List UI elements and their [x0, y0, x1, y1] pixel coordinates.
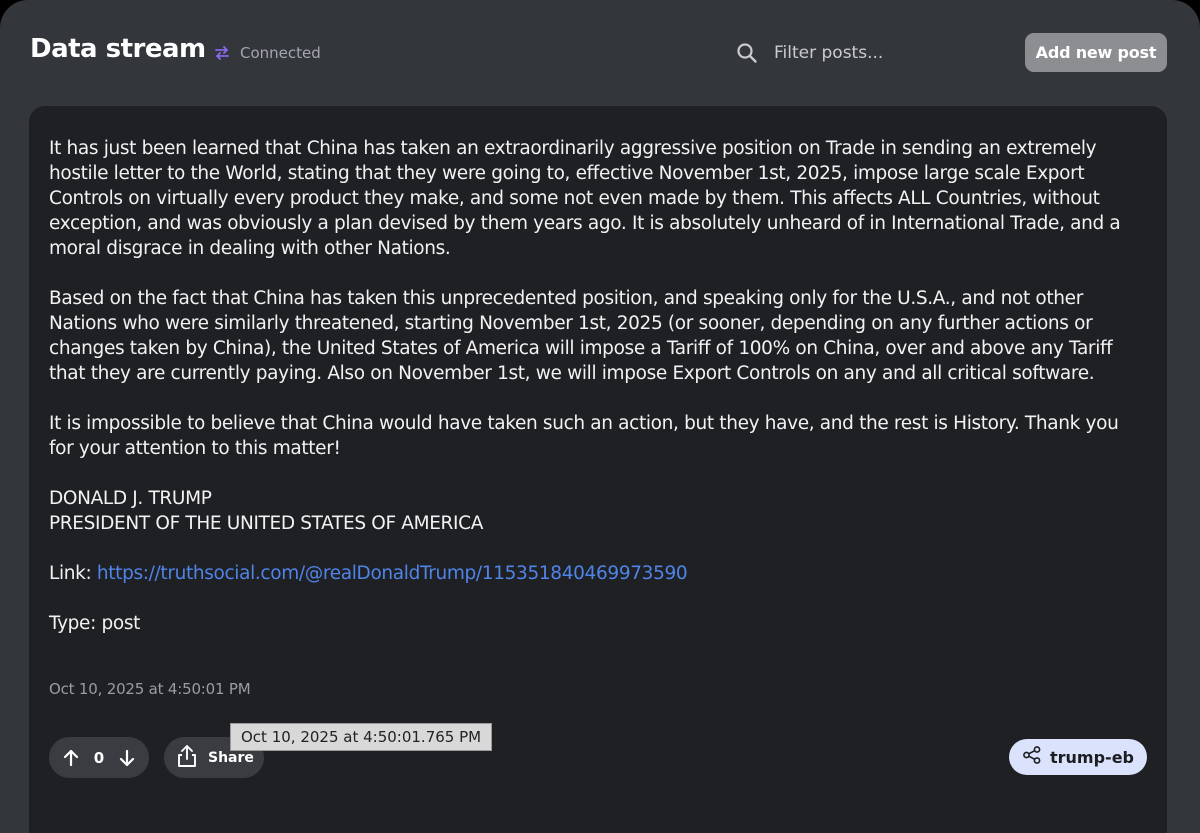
source-tag-label: trump-eb — [1050, 747, 1134, 767]
post-type: Type: post — [49, 613, 141, 634]
source-tag[interactable]: trump-eb — [1009, 739, 1147, 775]
post-link[interactable]: https://truthsocial.com/@realDonaldTrump… — [97, 563, 688, 584]
search-input[interactable] — [774, 43, 994, 63]
timestamp-tooltip: Oct 10, 2025 at 4:50:01.765 PM — [230, 723, 493, 751]
share-nodes-icon — [1022, 745, 1042, 769]
link-label: Link: — [49, 563, 92, 584]
arrow-up-icon[interactable] — [61, 748, 81, 768]
signature-title: PRESIDENT OF THE UNITED STATES OF AMERIC… — [49, 513, 484, 534]
status-label: Connected — [240, 44, 321, 62]
search-icon — [736, 42, 758, 64]
vote-control: 0 — [49, 737, 149, 778]
add-new-post-button[interactable]: Add new post — [1025, 33, 1167, 72]
post-body: It has just been learned that China has … — [49, 136, 1129, 661]
post-paragraph: It is impossible to believe that China w… — [49, 413, 1119, 459]
vote-count: 0 — [93, 748, 105, 767]
arrow-down-icon[interactable] — [117, 748, 137, 768]
post-timestamp[interactable]: Oct 10, 2025 at 4:50:01 PM — [49, 680, 251, 698]
page-title: Data stream — [30, 34, 206, 64]
post-card: It has just been learned that China has … — [29, 106, 1167, 833]
post-signature: DONALD J. TRUMP PRESIDENT OF THE UNITED … — [49, 486, 1129, 536]
app-window: Data stream Connected Add new post — [0, 0, 1200, 833]
connection-status: Connected — [212, 43, 321, 63]
header: Data stream Connected Add new post — [0, 0, 1200, 106]
post-paragraph: It has just been learned that China has … — [49, 138, 1121, 259]
sync-arrows-icon — [212, 43, 232, 63]
post-link-line: Link: https://truthsocial.com/@realDonal… — [49, 561, 1129, 586]
share-label: Share — [208, 749, 254, 766]
share-upload-icon — [176, 744, 198, 772]
signature-name: DONALD J. TRUMP — [49, 488, 212, 509]
search-bar[interactable] — [736, 38, 996, 68]
post-paragraph: Based on the fact that China has taken t… — [49, 288, 1113, 384]
